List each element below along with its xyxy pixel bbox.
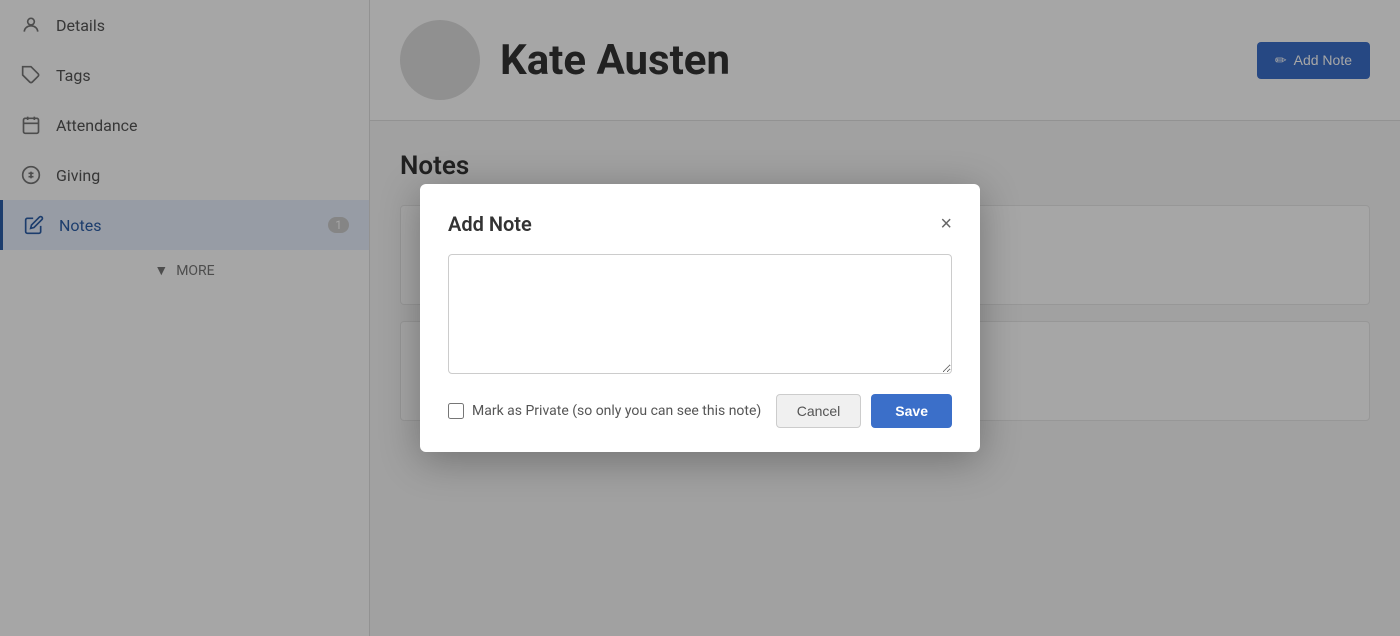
private-checkbox[interactable] <box>448 403 464 419</box>
note-textarea[interactable] <box>448 254 952 374</box>
modal-close-button[interactable]: × <box>940 214 952 234</box>
private-checkbox-text: Mark as Private (so only you can see thi… <box>472 403 761 419</box>
save-button[interactable]: Save <box>871 394 952 428</box>
add-note-modal: Add Note × Mark as Private (so only you … <box>420 184 980 452</box>
private-checkbox-label[interactable]: Mark as Private (so only you can see thi… <box>448 403 761 419</box>
modal-title: Add Note <box>448 212 532 236</box>
modal-footer: Mark as Private (so only you can see thi… <box>448 394 952 428</box>
modal-actions: Cancel Save <box>776 394 952 428</box>
cancel-button[interactable]: Cancel <box>776 394 862 428</box>
modal-overlay[interactable]: Add Note × Mark as Private (so only you … <box>0 0 1400 636</box>
modal-header: Add Note × <box>448 212 952 236</box>
